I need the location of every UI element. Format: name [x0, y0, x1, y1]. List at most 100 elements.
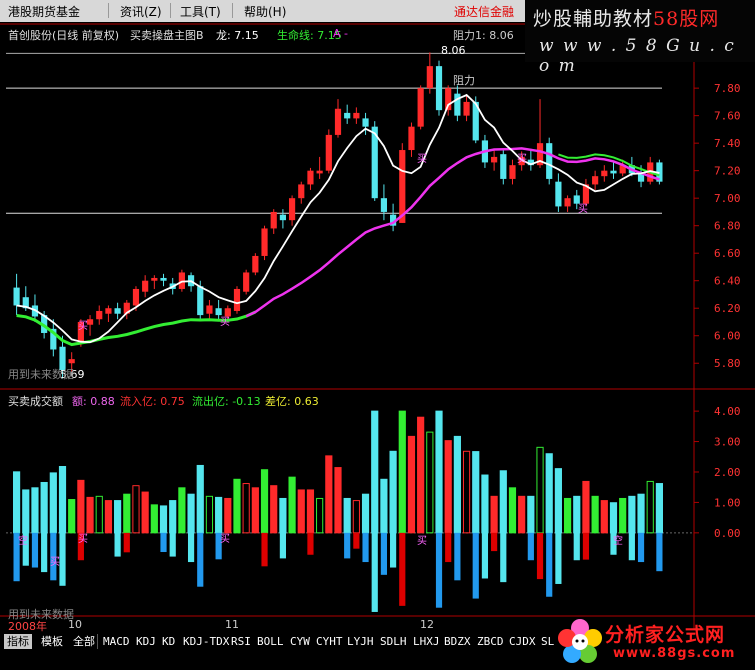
- tab-cjdx[interactable]: CJDX: [506, 634, 539, 649]
- volume-bar-pos: [242, 483, 250, 534]
- resistance-line-label: 阻力: [453, 74, 475, 87]
- volume-bar-pos: [114, 500, 122, 534]
- inflow-value-label: 流入亿: 0.75: [120, 395, 185, 408]
- tab-rsi[interactable]: RSI: [228, 634, 254, 649]
- volume-bar-neg: [399, 532, 406, 606]
- volume-bar-neg: [59, 532, 66, 586]
- volume-bar-neg: [362, 532, 369, 563]
- candle-body: [564, 198, 571, 207]
- candle-body: [454, 93, 461, 116]
- volume-bar-neg: [114, 532, 121, 557]
- volume-bar-pos: [251, 487, 259, 534]
- candle-body: [261, 228, 268, 256]
- tab-separator: [97, 634, 98, 649]
- volume-bar-neg: [344, 532, 351, 559]
- tab-bdzx[interactable]: BDZX: [441, 634, 474, 649]
- volume-chart-panel: [6, 410, 694, 612]
- volume-bar-pos: [325, 455, 333, 534]
- volume-bar-pos: [205, 495, 214, 534]
- volume-bar-pos: [600, 500, 608, 534]
- tab-boll[interactable]: BOLL: [254, 634, 287, 649]
- month-label: 11: [225, 618, 239, 631]
- volume-bar-pos: [270, 485, 278, 534]
- volume-bar-pos: [68, 499, 76, 534]
- candle-body: [243, 272, 250, 292]
- volume-bar-pos: [288, 476, 296, 534]
- volume-bar-pos: [435, 410, 443, 534]
- volume-bar-neg: [123, 532, 130, 553]
- volume-bar-pos: [279, 497, 287, 534]
- tab-lyjh[interactable]: LYJH: [344, 634, 377, 649]
- volume-bar-pos: [104, 500, 113, 534]
- short-signal-marker: 空: [613, 536, 623, 547]
- volume-bar-neg: [527, 532, 534, 561]
- volume-bar-pos: [352, 500, 360, 534]
- volume-bar-pos: [86, 496, 94, 534]
- month-label: 12: [420, 618, 434, 631]
- watermark-bottom-text: 分析家公式网: [605, 624, 726, 646]
- watermark-url: w w w . 5 8 G u . c o m: [539, 36, 736, 76]
- tab-zbcd[interactable]: ZBCD: [474, 634, 507, 649]
- candle-body: [601, 170, 608, 177]
- tab-cyht[interactable]: CYHT: [313, 634, 346, 649]
- volume-bar-pos: [426, 431, 434, 534]
- volume-bar-pos: [389, 450, 397, 534]
- volume-bar-neg: [187, 532, 195, 563]
- volume-bar-pos: [150, 504, 158, 534]
- tab-lhxj[interactable]: LHXJ: [410, 634, 443, 649]
- volume-bar-pos: [187, 493, 195, 534]
- volume-bar-pos: [545, 453, 553, 534]
- stock-chart[interactable]: 5.80 6.00 6.20 6.40 6.60 6.80 7.00 7.20 7.40 7.60…: [0, 0, 755, 670]
- volume-bar-pos: [13, 471, 21, 534]
- candle-body: [151, 277, 158, 281]
- candle-body: [105, 308, 112, 314]
- outflow-value-label: 流出亿: -0.13: [192, 395, 261, 408]
- volume-bar-neg: [536, 532, 544, 580]
- candle-body: [592, 176, 599, 185]
- watermark-58gu: 炒股輔助教材58股网 w w w . 5 8 G u . c o m: [525, 0, 755, 76]
- candle-body: [114, 308, 121, 314]
- tab-all[interactable]: 全部: [70, 634, 98, 649]
- volume-bar-neg: [582, 532, 590, 560]
- candle-body: [233, 288, 241, 311]
- candle-body: [546, 143, 553, 179]
- volume-bar-neg: [573, 532, 580, 561]
- candle-body: [197, 286, 204, 316]
- volume-tick-label: 1.00: [714, 496, 741, 509]
- tab-kdj[interactable]: KDJ: [133, 634, 159, 649]
- price-tick-label: 6.20: [714, 302, 741, 315]
- volume-bar-neg: [500, 532, 507, 583]
- candle-body: [288, 198, 296, 221]
- candle-body: [142, 280, 149, 292]
- tab-kd[interactable]: KD: [159, 634, 178, 649]
- resistance-value-label: 阻力1: 8.06: [453, 29, 514, 42]
- volume-bar-pos: [132, 485, 140, 534]
- volume-bar-pos: [178, 487, 186, 534]
- volume-bar-neg: [454, 532, 461, 581]
- candle-body: [298, 184, 305, 199]
- candle-body: [344, 112, 351, 119]
- volume-bar-neg: [656, 532, 663, 572]
- volume-bar-pos: [334, 467, 342, 534]
- lifeline-value-label: 生命线: 7.15: [277, 29, 342, 42]
- tab-template[interactable]: 模板: [38, 634, 66, 649]
- volume-bar-neg: [481, 532, 489, 579]
- volume-bar-pos: [398, 410, 406, 534]
- volume-bar-pos: [233, 478, 241, 534]
- amount-value-label: 额: 0.88: [72, 395, 115, 408]
- tab-kdj-tdx[interactable]: KDJ-TDX: [180, 634, 232, 649]
- candle-body: [408, 126, 415, 151]
- volume-bar-pos: [554, 468, 562, 534]
- tab-macd[interactable]: MACD: [100, 634, 133, 649]
- tab-cyw[interactable]: CYW: [287, 634, 313, 649]
- stock-title-label: 首创股份(日线 前复权): [8, 29, 120, 42]
- volume-bar-neg: [41, 532, 48, 573]
- candle-body: [334, 108, 342, 135]
- candle-body: [509, 165, 516, 179]
- tab-indicator[interactable]: 指标: [4, 634, 32, 649]
- volume-bar-neg: [435, 532, 443, 608]
- volume-bar-pos: [343, 497, 351, 534]
- candle-body: [435, 66, 443, 111]
- tab-sdlh[interactable]: SDLH: [377, 634, 410, 649]
- volume-bar-pos: [95, 495, 103, 534]
